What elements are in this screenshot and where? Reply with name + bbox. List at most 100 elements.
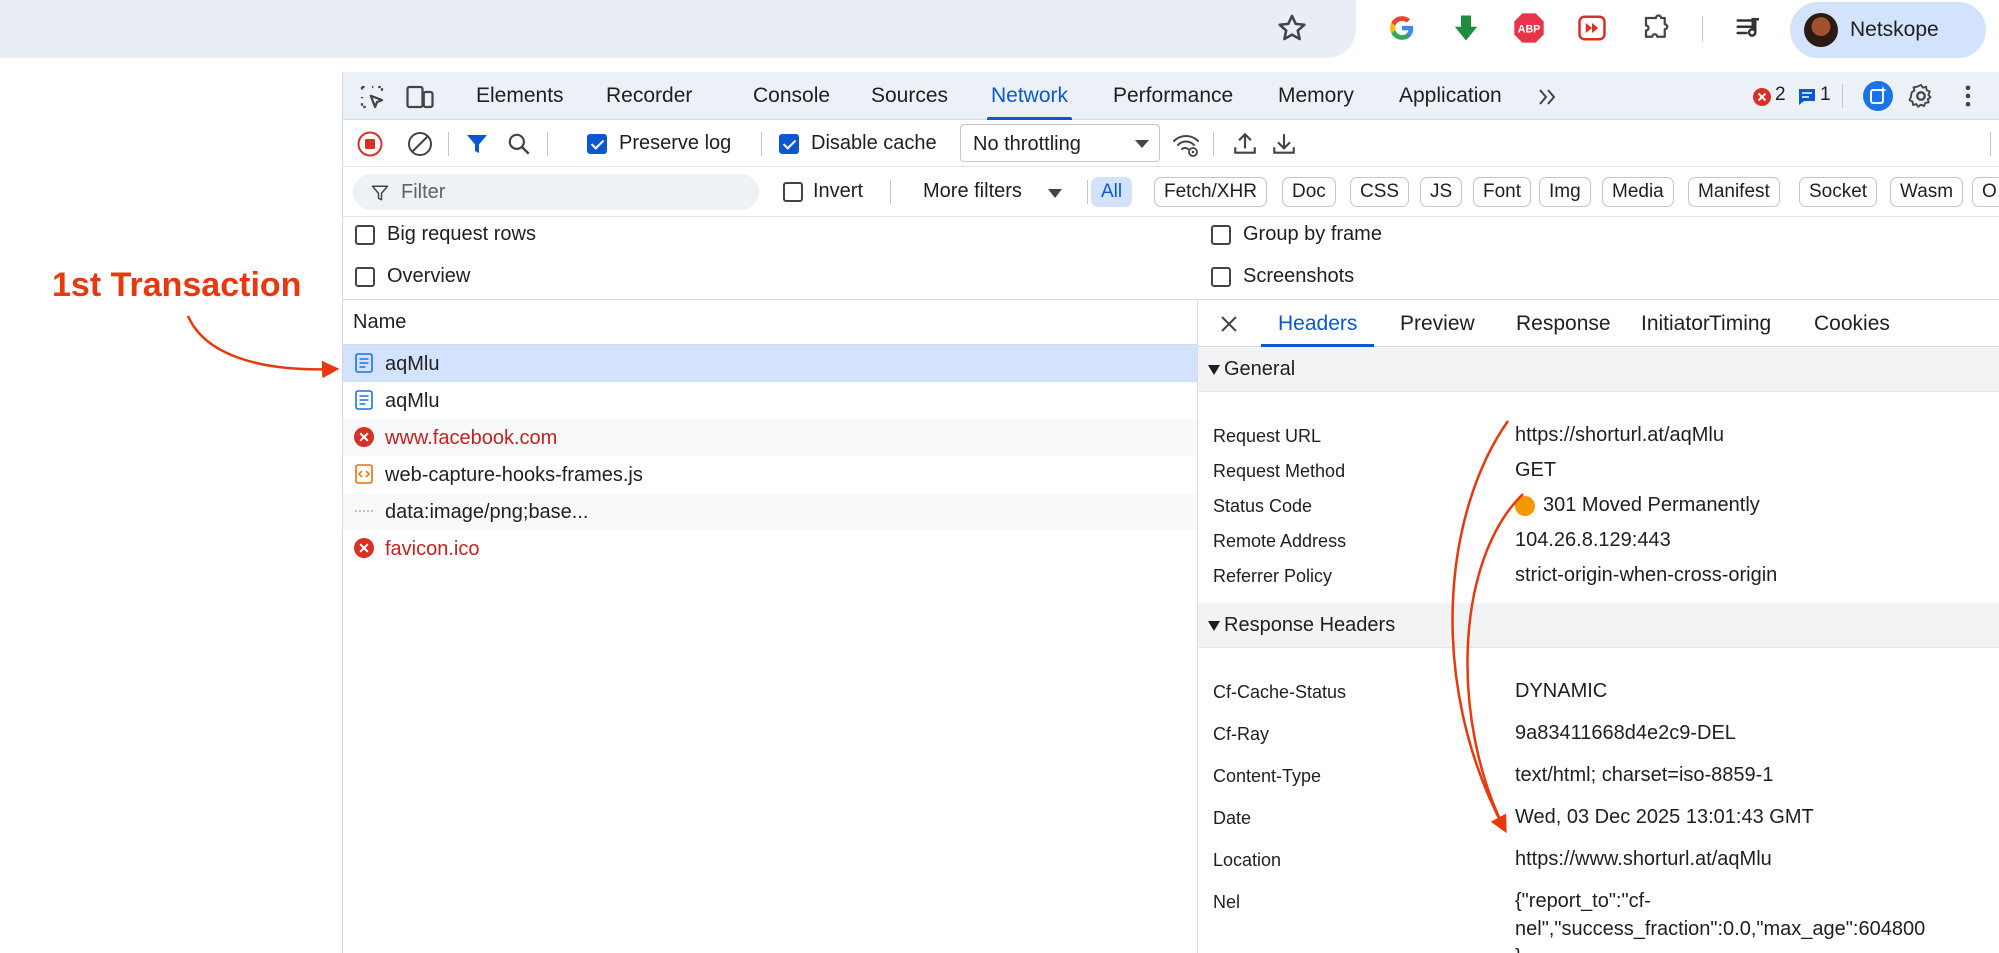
export-har-download-icon[interactable]	[1271, 131, 1297, 157]
message-count[interactable]: 1	[1820, 84, 1831, 106]
filter-chip-doc[interactable]: Doc	[1282, 177, 1336, 207]
header-value: 104.26.8.129:443	[1515, 529, 1671, 551]
filter-chip-js[interactable]: JS	[1420, 177, 1463, 207]
details-tabbar: Headers Preview Response Initiator Timin…	[1198, 300, 1999, 347]
big-request-rows-checkbox[interactable]	[355, 225, 375, 245]
request-name: aqMlu	[385, 353, 440, 375]
tab-timing[interactable]: Timing	[1709, 300, 1771, 347]
tab-network[interactable]: Network	[986, 72, 1073, 120]
filter-chip-other[interactable]: O	[1972, 177, 1999, 207]
media-queue-icon[interactable]	[1733, 12, 1765, 44]
tab-initiator[interactable]: Initiator	[1641, 300, 1710, 347]
request-row-aqmlu-2[interactable]: aqMlu	[343, 382, 1197, 419]
filter-chip-all[interactable]: All	[1091, 177, 1133, 207]
download-arrow-icon[interactable]	[1450, 12, 1482, 44]
overview-label[interactable]: Overview	[387, 265, 470, 288]
filter-funnel-icon[interactable]	[465, 132, 489, 156]
request-row-aqmlu-1[interactable]: aqMlu	[343, 345, 1197, 382]
header-value: text/html; charset=iso-8859-1	[1515, 764, 1774, 786]
request-row-web-capture-hooks[interactable]: web-capture-hooks-frames.js	[343, 456, 1197, 493]
toolbar-divider	[547, 132, 548, 156]
preserve-log-label[interactable]: Preserve log	[619, 132, 731, 155]
more-options-kebab-icon[interactable]	[1954, 82, 1982, 110]
filter-chip-fetch-xhr[interactable]: Fetch/XHR	[1154, 177, 1267, 207]
tab-console[interactable]: Console	[753, 72, 830, 120]
puzzle-extensions-icon[interactable]	[1640, 12, 1672, 44]
tab-application[interactable]: Application	[1399, 72, 1502, 120]
profile-button[interactable]: Netskope	[1790, 2, 1986, 58]
tab-memory[interactable]: Memory	[1278, 72, 1354, 120]
more-filters-dropdown[interactable]: More filters	[923, 180, 1022, 203]
chevron-down-icon	[1048, 189, 1062, 198]
throttling-value: No throttling	[973, 133, 1081, 155]
error-count[interactable]: 2	[1775, 84, 1786, 106]
tab-response[interactable]: Response	[1516, 300, 1611, 347]
import-har-upload-icon[interactable]	[1232, 131, 1258, 157]
header-key: Referrer Policy	[1213, 566, 1333, 586]
response-headers-title: Response Headers	[1224, 614, 1396, 636]
more-tabs-chevron-icon[interactable]	[1536, 85, 1560, 109]
toolbar-divider	[1990, 132, 1991, 156]
record-stop-icon[interactable]	[357, 131, 383, 157]
message-icon	[1799, 89, 1815, 105]
request-row-data-image[interactable]: data:image/png;base...	[343, 493, 1197, 530]
filter-chip-font[interactable]: Font	[1473, 177, 1532, 207]
screenshots-label[interactable]: Screenshots	[1243, 265, 1354, 288]
filter-input[interactable]: Filter	[353, 174, 759, 210]
gear-icon[interactable]	[1907, 82, 1935, 110]
inspect-element-icon[interactable]	[357, 82, 387, 112]
group-by-frame-label[interactable]: Group by frame	[1243, 223, 1382, 246]
toolbar-divider	[1213, 132, 1214, 156]
tab-performance[interactable]: Performance	[1113, 72, 1233, 120]
throttling-select[interactable]: No throttling	[960, 124, 1160, 162]
device-toolbar-icon[interactable]	[405, 82, 435, 112]
response-headers-section-header[interactable]: Response Headers	[1198, 603, 1999, 648]
clear-icon[interactable]	[407, 131, 433, 157]
tab-headers[interactable]: Headers	[1260, 300, 1375, 347]
filter-chip-css[interactable]: CSS	[1350, 177, 1410, 207]
search-icon[interactable]	[506, 131, 532, 157]
request-row-favicon[interactable]: favicon.ico	[343, 530, 1197, 567]
preserve-log-checkbox[interactable]	[587, 134, 607, 154]
header-value: strict-origin-when-cross-origin	[1515, 564, 1778, 586]
chevron-down-icon	[1135, 140, 1149, 148]
address-bar[interactable]	[0, 0, 1356, 58]
devtools-tabbar: Elements Recorder Console Sources Networ…	[343, 72, 1999, 120]
disable-cache-label[interactable]: Disable cache	[811, 132, 937, 155]
bookmark-star-icon[interactable]	[1275, 11, 1309, 45]
column-name-header[interactable]: Name	[353, 311, 406, 334]
avatar	[1804, 13, 1838, 47]
adblock-plus-icon[interactable]: ABP	[1513, 12, 1545, 44]
screenshots-checkbox[interactable]	[1211, 267, 1231, 287]
media-forward-icon[interactable]	[1576, 12, 1608, 44]
tab-elements[interactable]: Elements	[476, 72, 564, 120]
close-icon[interactable]	[1218, 313, 1240, 335]
tab-recorder[interactable]: Recorder	[606, 72, 692, 120]
tab-sources[interactable]: Sources	[871, 72, 948, 120]
filter-chip-manifest[interactable]: Manifest	[1688, 177, 1780, 207]
filter-chip-img[interactable]: Img	[1539, 177, 1591, 207]
browser-toolbar: ABP Netskope	[0, 0, 1999, 62]
document-icon	[355, 353, 373, 373]
google-icon[interactable]	[1386, 12, 1418, 44]
general-section-header[interactable]: General	[1198, 347, 1999, 392]
filter-chip-media[interactable]: Media	[1602, 177, 1674, 207]
error-icon	[354, 538, 374, 558]
disable-cache-checkbox[interactable]	[779, 134, 799, 154]
request-row-facebook[interactable]: www.facebook.com	[343, 419, 1197, 456]
header-value-line: nel","success_fraction":0.0,"max_age":60…	[1515, 918, 1926, 940]
overview-checkbox[interactable]	[355, 267, 375, 287]
big-request-rows-label[interactable]: Big request rows	[387, 223, 536, 246]
ai-assistant-icon[interactable]	[1862, 80, 1894, 112]
invert-checkbox[interactable]	[783, 182, 803, 202]
network-filter-bar: Filter Invert More filters All Fetch/XHR…	[343, 167, 1999, 217]
group-by-frame-checkbox[interactable]	[1211, 225, 1231, 245]
tab-cookies[interactable]: Cookies	[1814, 300, 1890, 347]
toolbar-divider	[448, 132, 449, 156]
filter-chip-wasm[interactable]: Wasm	[1890, 177, 1964, 207]
invert-label[interactable]: Invert	[813, 180, 863, 203]
filter-chip-socket[interactable]: Socket	[1799, 177, 1878, 207]
network-conditions-wifi-icon[interactable]	[1171, 130, 1201, 160]
filter-placeholder: Filter	[401, 181, 446, 203]
tab-preview[interactable]: Preview	[1400, 300, 1475, 347]
